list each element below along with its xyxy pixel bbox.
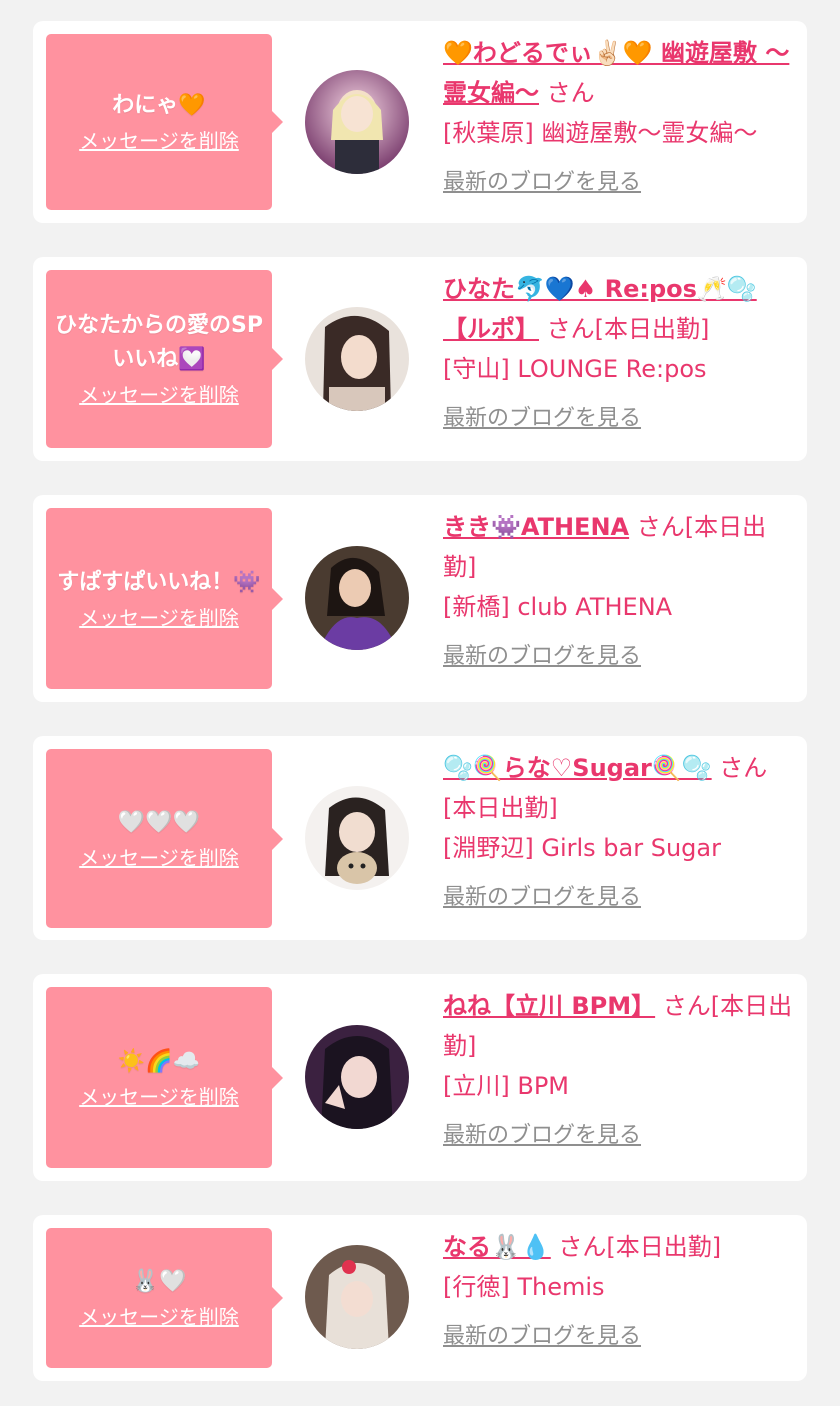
profile-suffix: さん[本日出勤] xyxy=(558,1233,722,1261)
profile-info: ひなた🐬💙♠ Re:pos🥂🫧【ルポ】 さん[本日出勤] [守山] LOUNGE… xyxy=(443,269,793,439)
blog-link[interactable]: 最新のブログを見る xyxy=(443,163,641,203)
delete-message-link[interactable]: メッセージを削除 xyxy=(79,1303,239,1331)
blog-link[interactable]: 最新のブログを見る xyxy=(443,1116,641,1156)
list-item: 🐰🤍 メッセージを削除 なる🐰💧 さん[本日出勤] [行徳] Themis 最新… xyxy=(33,1215,807,1381)
list-item: ひなたからの愛のSPいいね💟 メッセージを削除 ひなた🐬💙♠ Re:pos🥂🫧【… xyxy=(33,257,807,461)
profile-info: 🧡わどるでぃ✌🏻🧡 幽遊屋敷 〜霊女編〜 さん [秋葉原] 幽遊屋敷〜霊女編〜 … xyxy=(443,33,793,203)
list-item: 🤍🤍🤍 メッセージを削除 🫧🍭らな♡Sugar🍭🫧 さん[本日出勤] [淵野辺]… xyxy=(33,736,807,940)
message-bubble: わにゃ🧡 メッセージを削除 xyxy=(46,34,283,210)
profile-info: ねね【立川 BPM】 さん[本日出勤] [立川] BPM 最新のブログを見る xyxy=(443,986,793,1156)
delete-message-link[interactable]: メッセージを削除 xyxy=(79,1083,239,1111)
avatar[interactable] xyxy=(305,1245,409,1349)
profile-suffix: さん xyxy=(546,79,595,107)
list-item: わにゃ🧡 メッセージを削除 🧡わどるでぃ✌🏻🧡 幽遊屋敷 〜霊女編〜 さん [秋… xyxy=(33,21,807,223)
avatar[interactable] xyxy=(305,1025,409,1129)
message-bubble: 🐰🤍 メッセージを削除 xyxy=(46,1228,283,1368)
shop-name: [行徳] Themis xyxy=(443,1273,605,1301)
profile-name-link[interactable]: 🧡わどるでぃ✌🏻🧡 幽遊屋敷 〜霊女編〜 xyxy=(443,39,789,107)
profile-suffix: さん[本日出勤] xyxy=(546,315,710,343)
avatar[interactable] xyxy=(305,307,409,411)
blog-link[interactable]: 最新のブログを見る xyxy=(443,1317,641,1357)
avatar[interactable] xyxy=(305,786,409,890)
profile-name-link[interactable]: なる🐰💧 xyxy=(443,1233,551,1261)
blog-link[interactable]: 最新のブログを見る xyxy=(443,637,641,677)
message-text: すぱすぱいいね！👾 xyxy=(57,569,261,595)
message-text: ひなたからの愛のSPいいね💟 xyxy=(55,313,263,372)
avatar[interactable] xyxy=(305,70,409,174)
shop-name: [秋葉原] 幽遊屋敷〜霊女編〜 xyxy=(443,119,758,147)
profile-name-link[interactable]: 🫧🍭らな♡Sugar🍭🫧 xyxy=(443,754,712,782)
profile-info: 🫧🍭らな♡Sugar🍭🫧 さん[本日出勤] [淵野辺] Girls bar Su… xyxy=(443,748,793,918)
profile-info: きき👾ATHENA さん[本日出勤] [新橋] club ATHENA 最新のブ… xyxy=(443,507,793,677)
blog-link[interactable]: 最新のブログを見る xyxy=(443,878,641,918)
avatar[interactable] xyxy=(305,546,409,650)
message-bubble: ☀️🌈☁️ メッセージを削除 xyxy=(46,987,283,1168)
list-item: すぱすぱいいね！👾 メッセージを削除 きき👾ATHENA さん[本日出勤] [新… xyxy=(33,495,807,702)
shop-name: [立川] BPM xyxy=(443,1072,569,1100)
profile-info: なる🐰💧 さん[本日出勤] [行徳] Themis 最新のブログを見る xyxy=(443,1227,793,1357)
message-text: 🤍🤍🤍 xyxy=(117,809,201,835)
shop-name: [新橋] club ATHENA xyxy=(443,593,673,621)
message-bubble: すぱすぱいいね！👾 メッセージを削除 xyxy=(46,508,283,689)
list-item: ☀️🌈☁️ メッセージを削除 ねね【立川 BPM】 さん[本日出勤] [立川] … xyxy=(33,974,807,1181)
delete-message-link[interactable]: メッセージを削除 xyxy=(79,844,239,872)
shop-name: [淵野辺] Girls bar Sugar xyxy=(443,834,721,862)
message-bubble: 🤍🤍🤍 メッセージを削除 xyxy=(46,749,283,928)
delete-message-link[interactable]: メッセージを削除 xyxy=(79,127,239,155)
profile-name-link[interactable]: きき👾ATHENA xyxy=(443,513,629,541)
blog-link[interactable]: 最新のブログを見る xyxy=(443,399,641,439)
message-text: ☀️🌈☁️ xyxy=(117,1048,201,1074)
message-text: わにゃ🧡 xyxy=(112,93,206,118)
message-list: わにゃ🧡 メッセージを削除 🧡わどるでぃ✌🏻🧡 幽遊屋敷 〜霊女編〜 さん [秋… xyxy=(0,0,840,1406)
message-bubble: ひなたからの愛のSPいいね💟 メッセージを削除 xyxy=(46,270,283,448)
delete-message-link[interactable]: メッセージを削除 xyxy=(79,604,239,632)
delete-message-link[interactable]: メッセージを削除 xyxy=(79,381,239,409)
message-text: 🐰🤍 xyxy=(131,1269,187,1294)
shop-name: [守山] LOUNGE Re:pos xyxy=(443,355,707,383)
profile-name-link[interactable]: ねね【立川 BPM】 xyxy=(443,992,655,1020)
